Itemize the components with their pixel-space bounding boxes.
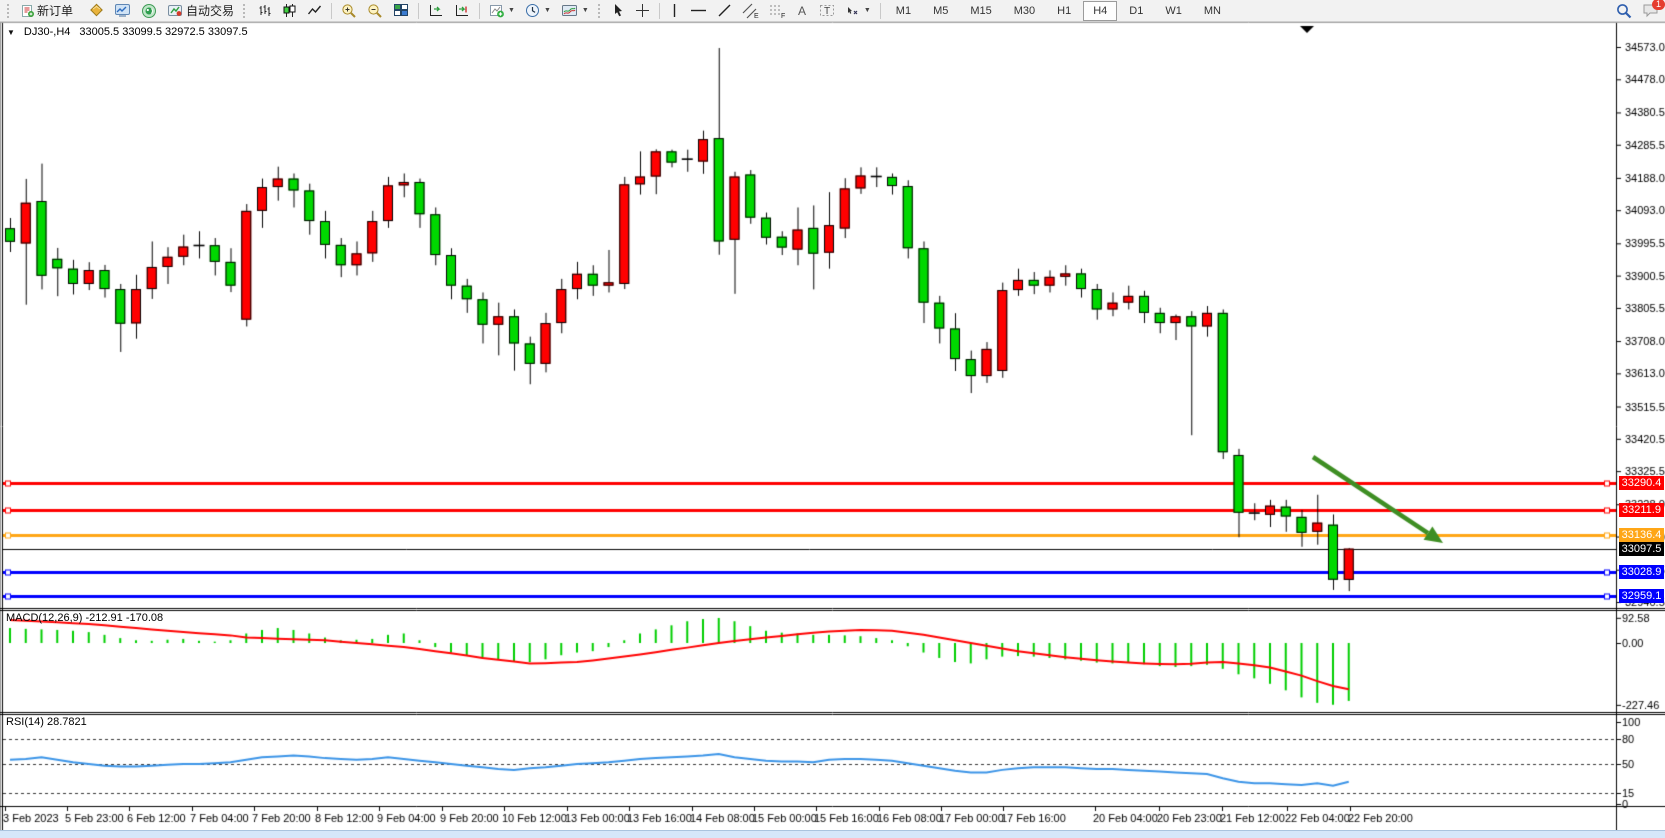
gold-diamond-icon[interactable] xyxy=(84,0,108,22)
hline-price-label-33290.4[interactable]: 33290.4 xyxy=(1619,476,1664,490)
chart-header[interactable]: ▼ DJ30-,H4 33005.5 33099.5 32972.5 33097… xyxy=(7,26,248,38)
auto-trading-label: 自动交易 xyxy=(186,2,234,19)
macd-indicator-label: MACD(12,26,9) -212.91 -170.08 xyxy=(6,612,163,624)
separator xyxy=(880,3,881,19)
chevron-down-icon: ▼ xyxy=(864,7,871,14)
fibonacci-button[interactable]: F xyxy=(765,0,790,22)
tile-windows-button[interactable] xyxy=(389,0,413,22)
svg-text:T: T xyxy=(824,6,830,17)
timeframe-m5-button[interactable]: M5 xyxy=(923,1,958,21)
chevron-down-icon: ▼ xyxy=(544,7,551,14)
new-order-button[interactable]: 新订单 xyxy=(17,0,77,22)
toolbar-drag-handle[interactable] xyxy=(7,4,12,18)
chevron-down-icon: ▼ xyxy=(508,7,515,14)
trendline-button[interactable] xyxy=(713,0,736,22)
auto-scroll-button[interactable] xyxy=(424,0,448,22)
templates-button[interactable]: ▼ xyxy=(557,0,593,22)
timeframe-mn-button[interactable]: MN xyxy=(1194,1,1231,21)
notification-badge: 1 xyxy=(1652,0,1665,10)
bottom-status-strip xyxy=(0,830,1665,838)
auto-trading-button[interactable]: 自动交易 xyxy=(163,0,238,22)
indicators-button[interactable]: ▼ xyxy=(485,0,519,22)
toolbar-drag-handle[interactable] xyxy=(598,4,603,18)
new-order-label: 新订单 xyxy=(37,2,73,19)
separator xyxy=(659,3,660,19)
timeframe-d1-button[interactable]: D1 xyxy=(1119,1,1153,21)
chat-button[interactable]: 1 xyxy=(1642,3,1659,18)
svg-text:E: E xyxy=(754,13,759,19)
bar-chart-button[interactable] xyxy=(253,0,276,22)
timeframe-w1-button[interactable]: W1 xyxy=(1155,1,1192,21)
timeframe-h4-button[interactable]: H4 xyxy=(1083,1,1117,21)
separator xyxy=(331,3,332,19)
hline-price-label-33211.9[interactable]: 33211.9 xyxy=(1619,503,1664,517)
auto-trading-icon xyxy=(167,3,183,18)
crosshair-button[interactable] xyxy=(631,0,654,22)
cursor-button[interactable] xyxy=(608,0,629,22)
separator xyxy=(418,3,419,19)
chart-canvas[interactable] xyxy=(0,0,1665,838)
text-label-button[interactable]: T xyxy=(815,0,839,22)
timeframe-m15-button[interactable]: M15 xyxy=(960,1,1001,21)
chart-symbol-title: DJ30-,H4 xyxy=(24,26,70,38)
hline-price-label-33097.5[interactable]: 33097.5 xyxy=(1619,542,1664,556)
chart-shift-button[interactable] xyxy=(450,0,474,22)
horizontal-line-button[interactable] xyxy=(686,0,711,22)
chevron-down-icon: ▼ xyxy=(582,7,589,14)
zoom-in-button[interactable] xyxy=(337,0,361,22)
timeframe-h1-button[interactable]: H1 xyxy=(1047,1,1081,21)
zoom-out-button[interactable] xyxy=(363,0,387,22)
rsi-indicator-label: RSI(14) 28.7821 xyxy=(6,716,87,728)
toolbar-drag-handle[interactable] xyxy=(243,4,248,18)
candlestick-chart-button[interactable] xyxy=(278,0,301,22)
timeframe-m1-button[interactable]: M1 xyxy=(886,1,921,21)
periods-button[interactable]: ▼ xyxy=(521,0,555,22)
line-chart-button[interactable] xyxy=(303,0,326,22)
svg-text:F: F xyxy=(781,13,785,19)
hline-price-label-33028.9[interactable]: 33028.9 xyxy=(1619,565,1664,579)
alerts-sound-icon[interactable] xyxy=(137,0,161,22)
new-order-icon xyxy=(21,4,34,18)
terminal-icon[interactable] xyxy=(110,0,135,22)
text-button[interactable]: A xyxy=(792,0,813,22)
toolbar: 新订单 自动交易 ▼ ▼ xyxy=(0,0,1665,22)
separator xyxy=(479,3,480,19)
vertical-line-button[interactable] xyxy=(665,0,684,22)
symbol-dropdown-icon[interactable]: ▼ xyxy=(7,28,15,37)
chart-ohlc-values: 33005.5 33099.5 32972.5 33097.5 xyxy=(79,26,247,38)
hline-price-label-32959.1[interactable]: 32959.1 xyxy=(1619,589,1664,603)
arrows-button[interactable]: ▼ xyxy=(841,0,875,22)
svg-text:A: A xyxy=(798,4,806,18)
timeframe-m30-button[interactable]: M30 xyxy=(1004,1,1045,21)
search-icon[interactable] xyxy=(1616,3,1632,19)
hline-price-label-33136.4[interactable]: 33136.4 xyxy=(1619,528,1664,542)
equidistant-channel-button[interactable]: E xyxy=(738,0,763,22)
